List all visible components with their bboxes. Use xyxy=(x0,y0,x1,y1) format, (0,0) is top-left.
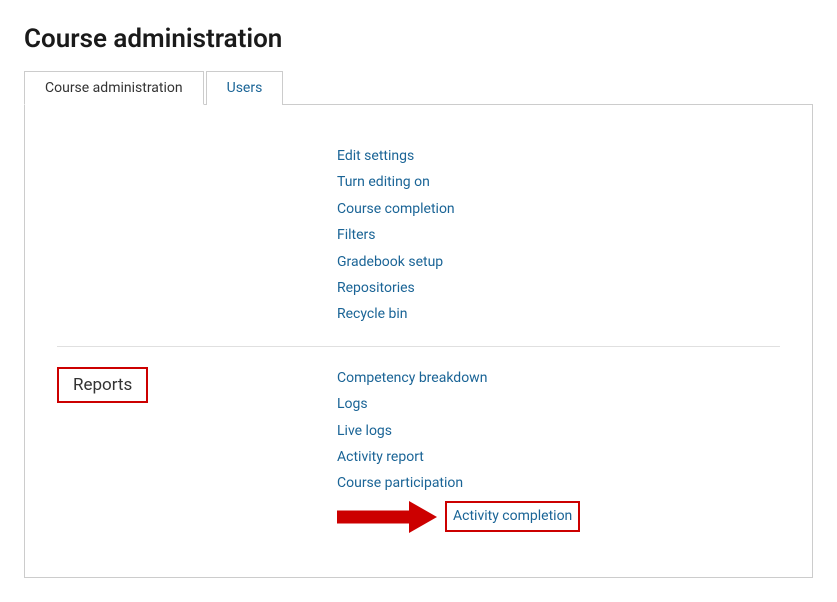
link-edit-settings[interactable]: Edit settings xyxy=(337,145,455,167)
section-reports-label: Reports xyxy=(57,367,148,403)
general-links: Edit settings Turn editing on Course com… xyxy=(337,145,455,326)
tab-bar: Course administration Users xyxy=(24,70,813,105)
activity-completion-row: Activity completion xyxy=(337,501,580,533)
link-repositories[interactable]: Repositories xyxy=(337,277,455,299)
link-live-logs[interactable]: Live logs xyxy=(337,420,580,442)
reports-links: Competency breakdown Logs Live logs Acti… xyxy=(337,367,580,533)
tab-course-administration[interactable]: Course administration xyxy=(24,71,204,105)
link-competency-breakdown[interactable]: Competency breakdown xyxy=(337,367,580,389)
link-gradebook-setup[interactable]: Gradebook setup xyxy=(337,251,455,273)
link-activity-report[interactable]: Activity report xyxy=(337,446,580,468)
section-reports: Reports Competency breakdown Logs Live l… xyxy=(57,347,780,553)
section-reports-label-wrapper: Reports xyxy=(57,367,337,403)
link-recycle-bin[interactable]: Recycle bin xyxy=(337,303,455,325)
page-container: Course administration Course administrat… xyxy=(0,0,837,602)
tab-users[interactable]: Users xyxy=(206,71,284,105)
link-course-completion[interactable]: Course completion xyxy=(337,198,455,220)
page-title: Course administration xyxy=(24,24,813,54)
link-filters[interactable]: Filters xyxy=(337,224,455,246)
red-arrow-icon xyxy=(337,501,437,533)
link-logs[interactable]: Logs xyxy=(337,393,580,415)
link-course-participation[interactable]: Course participation xyxy=(337,472,580,494)
link-activity-completion[interactable]: Activity completion xyxy=(445,501,580,531)
section-general: Edit settings Turn editing on Course com… xyxy=(57,129,780,347)
link-turn-editing-on[interactable]: Turn editing on xyxy=(337,171,455,193)
content-area: Edit settings Turn editing on Course com… xyxy=(24,105,813,578)
